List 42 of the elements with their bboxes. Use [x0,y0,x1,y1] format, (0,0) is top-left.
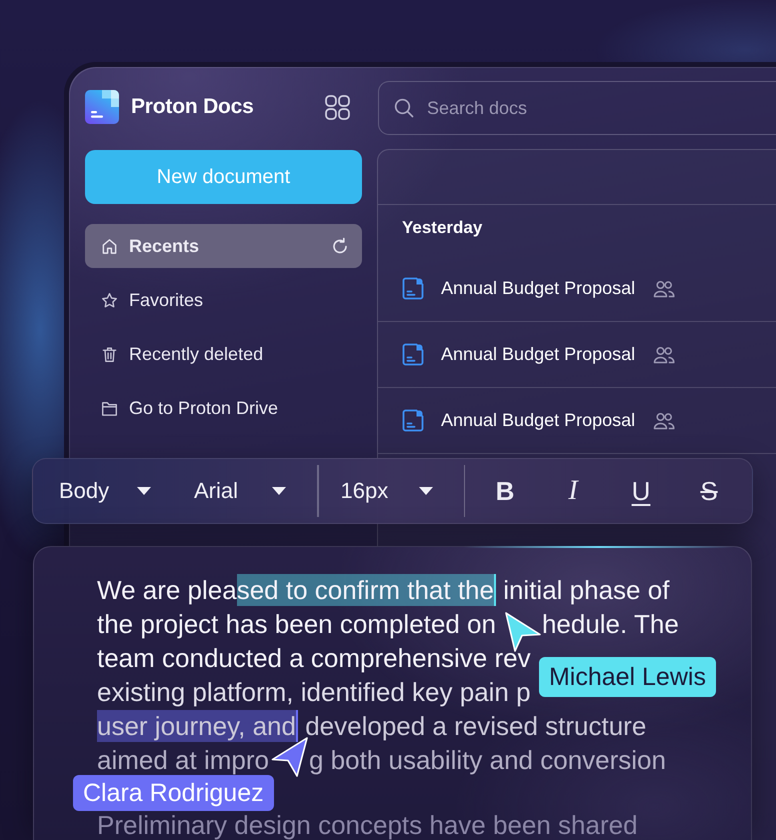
document-row[interactable]: Annual Budget Proposal [378,256,776,322]
home-icon [101,238,118,254]
document-text: aimed at impro [97,745,269,775]
document-icon [402,277,424,300]
underline-button[interactable]: U [623,471,659,511]
star-icon [101,292,118,308]
document-text: Preliminary design concepts have been shared [97,810,638,840]
nav-item[interactable]: Go to Proton Drive [85,386,362,430]
document-text: team conducted a comprehensive rev [97,643,531,673]
document-text: existing platform, identified key pain p [97,677,531,707]
search-field[interactable]: Search docs [378,81,776,135]
document-row[interactable]: Annual Budget Proposal [378,388,776,454]
search-icon [394,98,414,118]
caret-icon [137,487,151,495]
document-text: the project has been completed on [97,609,496,639]
dropdown[interactable]: 16px [340,471,432,511]
section-heading: Yesterday [402,218,482,238]
italic-button[interactable]: I [555,471,591,511]
collaborator-name-tag: Michael Lewis [538,657,716,697]
folder-icon [101,400,118,416]
document-text: g both usability and conversion [308,745,666,775]
nav-item[interactable]: Favorites [85,278,362,322]
document-text: user journey, and developed a revised structure [97,710,646,742]
refresh-icon[interactable] [331,237,349,255]
strikethrough-button[interactable]: S [691,471,727,511]
nav-item[interactable]: Recents [85,224,362,268]
collaborator-name-tag: Clara Rodriguez [72,775,274,811]
document-icon [402,409,424,432]
document-icon [402,343,424,366]
bold-button[interactable]: B [487,471,523,511]
document-text: We are pleased to confirm that the initial phase of [97,574,670,606]
caret-icon [418,487,432,495]
document-row[interactable]: Annual Budget Proposal [378,322,776,388]
dropdown[interactable]: Arial [194,471,286,511]
caret-icon [272,487,286,495]
logo-icon [85,90,119,124]
trash-icon [101,346,118,362]
nav-item[interactable]: Recently deleted [85,332,362,376]
app-name: Proton Docs [131,95,254,119]
document-text: hedule. The [542,609,679,639]
dropdown[interactable]: Body [59,471,151,511]
grid-icon[interactable] [325,94,350,120]
